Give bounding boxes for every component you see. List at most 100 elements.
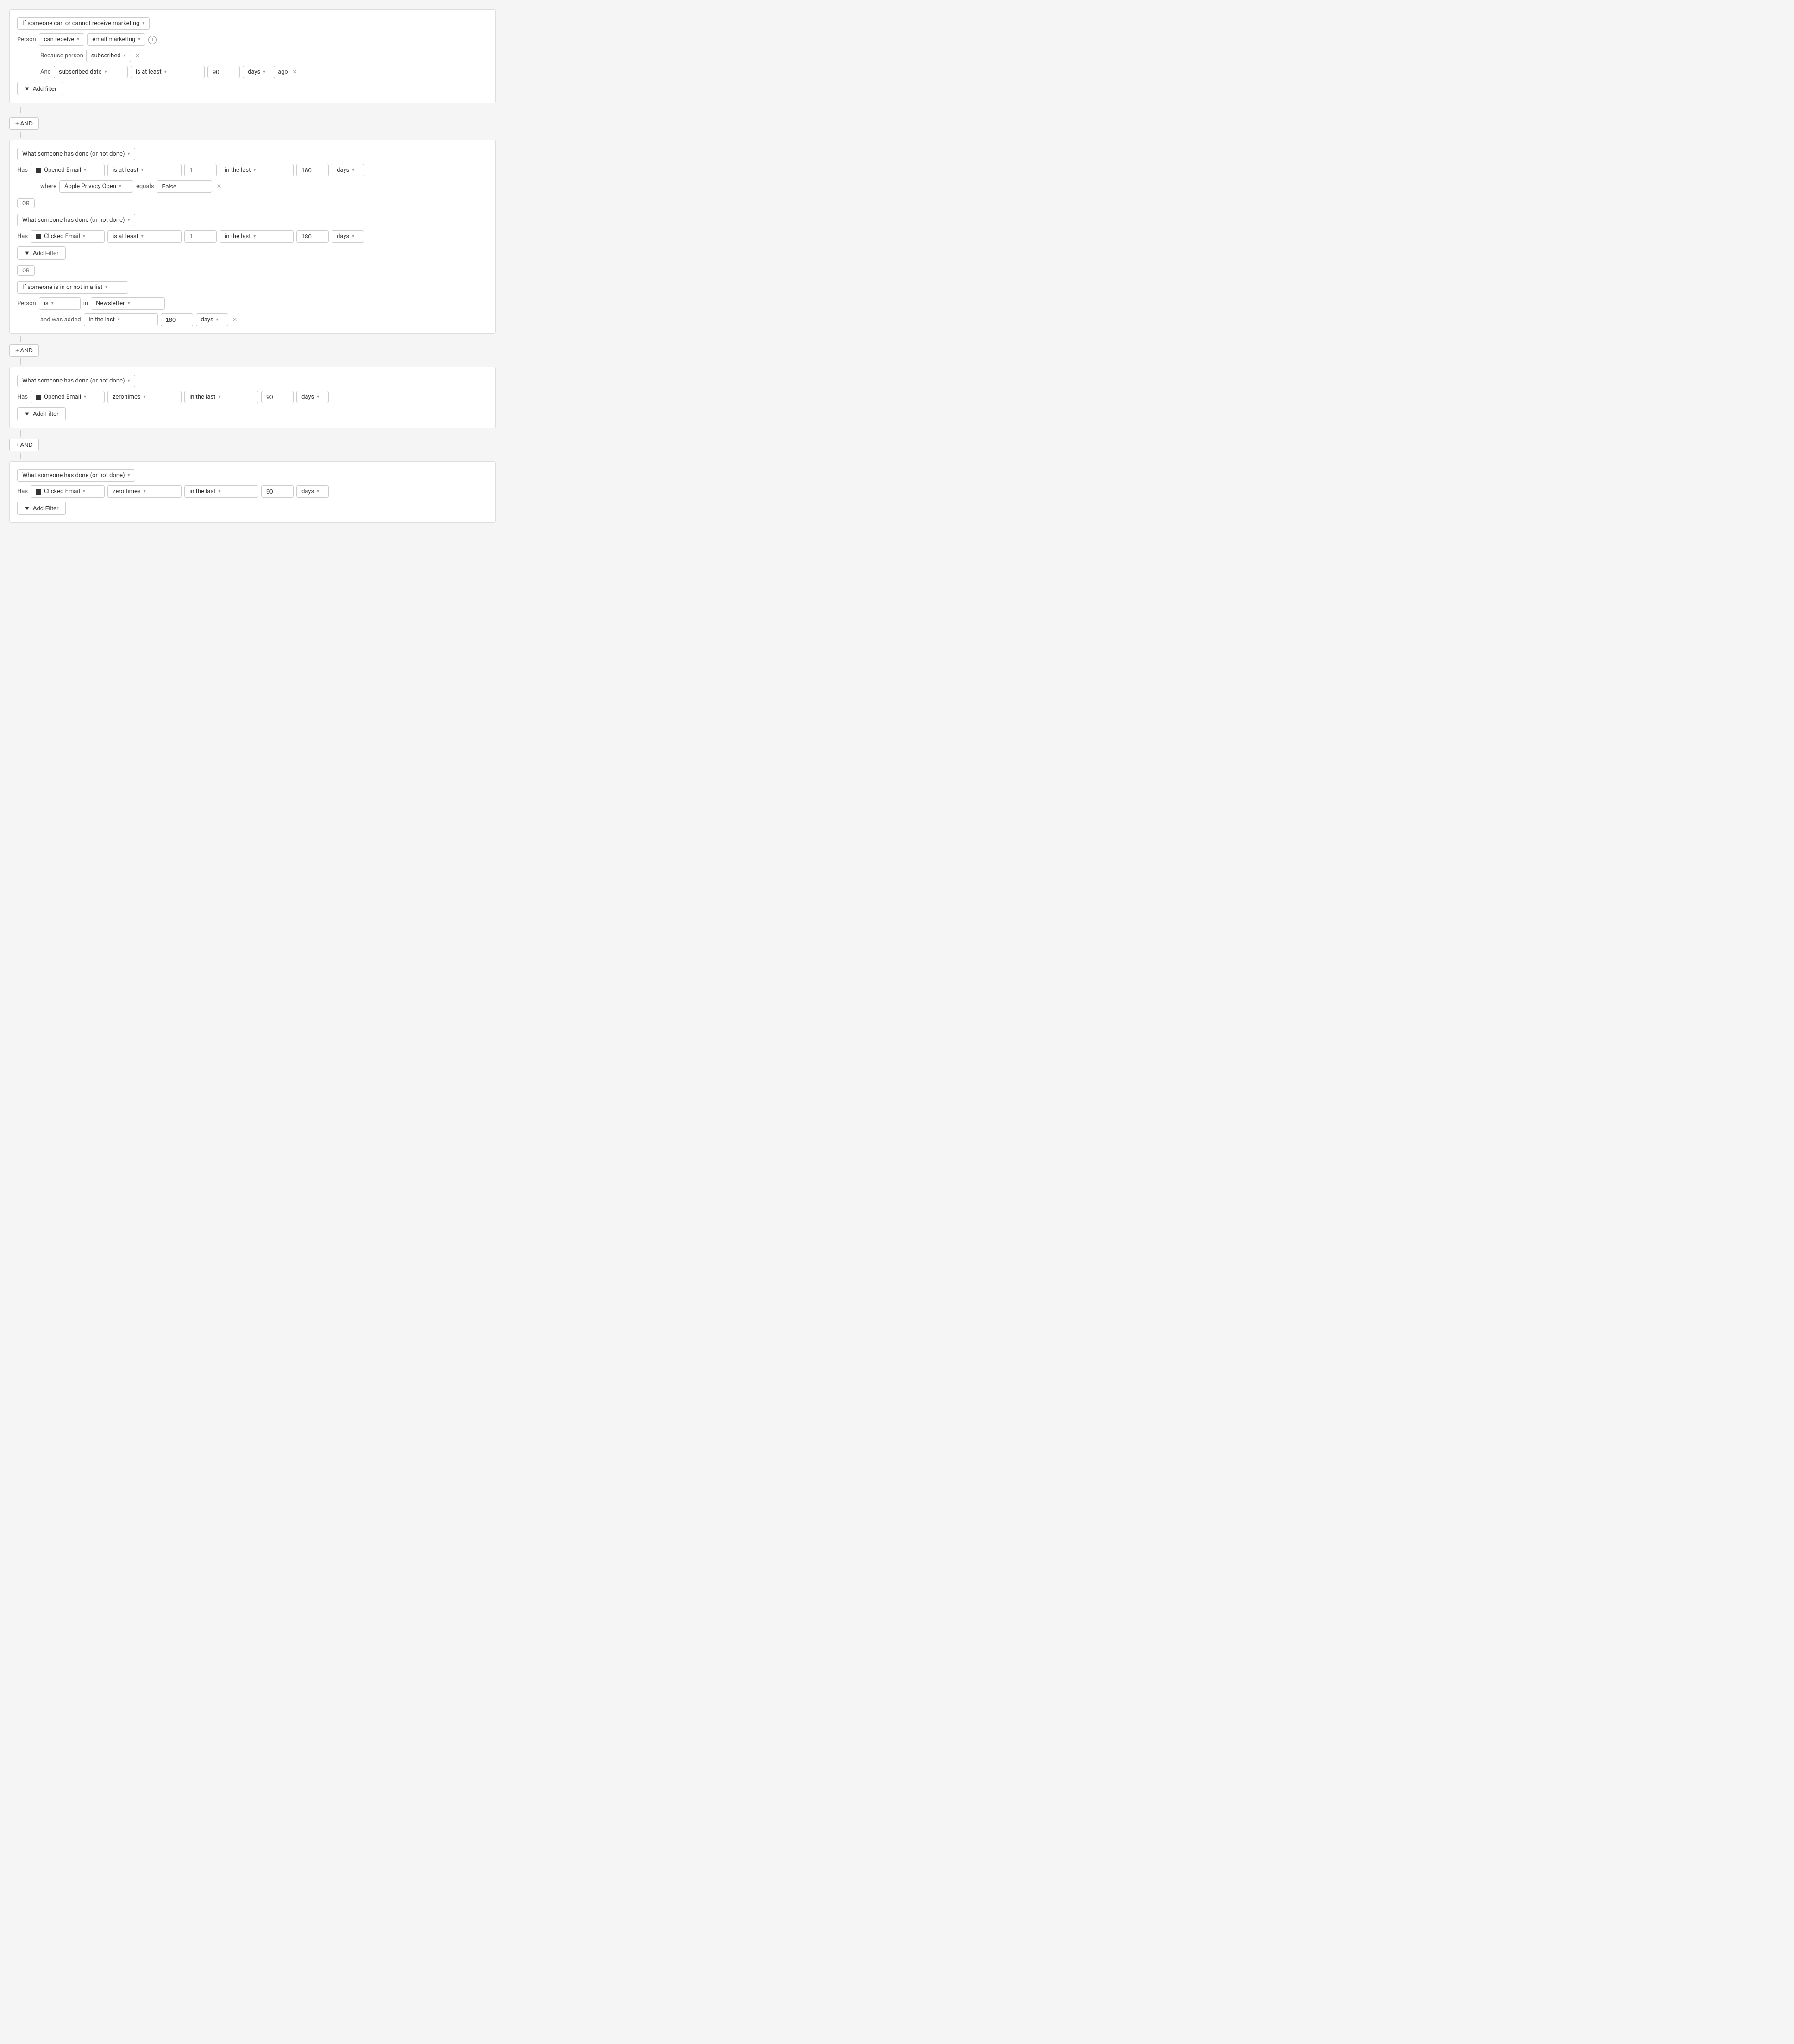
add-filter-btn-1[interactable]: ▼ Add filter (17, 82, 63, 95)
and-btn-1[interactable]: + AND (9, 117, 39, 130)
info-icon-1[interactable]: i (148, 36, 157, 44)
section3-person-op-label: is (44, 300, 49, 307)
because-close-btn-1[interactable]: × (134, 51, 142, 61)
because-value-dropdown-1[interactable]: subscribed ▾ (86, 50, 131, 62)
dropdown-arrow-7: ▾ (263, 69, 265, 75)
and-btn-label-3: + AND (15, 441, 33, 448)
block4-operator-label: zero times (113, 488, 141, 495)
and-suffix-1: ago (278, 69, 288, 75)
and-operator-dropdown-1[interactable]: is at least ▾ (131, 66, 205, 78)
because-row-1: Because person subscribed ▾ × (40, 50, 488, 62)
section1-where-close-btn[interactable]: × (215, 182, 223, 191)
and-value-input-1[interactable] (207, 66, 240, 78)
or-badge-2: OR (17, 265, 35, 276)
block3-add-filter-btn[interactable]: ▼ Add Filter (17, 407, 66, 420)
connector-line-6 (20, 453, 21, 459)
block4-condition-label: What someone has done (or not done) (22, 472, 125, 479)
and-btn-2[interactable]: + AND (9, 344, 39, 357)
dropdown-arrow-s1b: ▾ (84, 168, 86, 173)
section3-was-added-unit-dropdown[interactable]: days ▾ (196, 313, 228, 326)
dropdown-arrow-s2: ▾ (128, 218, 130, 223)
condition-block-4: What someone has done (or not done) ▾ Ha… (9, 461, 496, 523)
section2-event-dropdown[interactable]: Clicked Email ▾ (31, 230, 105, 243)
block4-time-op-label: in the last (189, 488, 215, 495)
section2-condition-dropdown[interactable]: What someone has done (or not done) ▾ (17, 214, 135, 226)
dropdown-arrow-s1d: ▾ (253, 168, 256, 173)
dropdown-arrow-s3e: ▾ (216, 317, 219, 322)
section2-main-row: What someone has done (or not done) ▾ (17, 214, 488, 226)
dropdown-arrow-4: ▾ (124, 53, 126, 58)
section1-event-icon (36, 168, 41, 173)
block4-time-unit-dropdown[interactable]: days ▾ (296, 485, 329, 498)
dropdown-arrow-6: ▾ (164, 69, 167, 75)
block3-add-filter-label: Add Filter (33, 410, 59, 417)
filter-icon-b4: ▼ (24, 505, 30, 512)
section1-time-value-input[interactable] (296, 164, 329, 176)
section3-was-added-op-dropdown[interactable]: in the last ▾ (84, 313, 158, 326)
dropdown-arrow-b4d: ▾ (218, 489, 220, 494)
block3-event-icon (36, 395, 41, 400)
block4-event-icon (36, 489, 41, 495)
section3-was-added-value-input[interactable] (161, 313, 193, 326)
section3-person-op-dropdown[interactable]: is ▾ (39, 297, 81, 310)
dropdown-arrow-b3c: ▾ (144, 395, 146, 400)
block4-add-filter-label: Add Filter (33, 505, 59, 512)
block3-main-row: What someone has done (or not done) ▾ (17, 375, 488, 387)
block4-time-value-input[interactable] (261, 485, 294, 498)
section1-time-unit-label: days (337, 167, 349, 174)
section1-time-op-dropdown[interactable]: in the last ▾ (220, 164, 294, 176)
block3-time-unit-dropdown[interactable]: days ▾ (296, 391, 329, 403)
and-field-value-1: subscribed date (59, 69, 102, 75)
dropdown-arrow-b3d: ▾ (218, 395, 220, 400)
block3-time-value-input[interactable] (261, 391, 294, 403)
and-unit-dropdown-1[interactable]: days ▾ (243, 66, 275, 78)
block3-time-op-dropdown[interactable]: in the last ▾ (184, 391, 258, 403)
section1-where-value-input[interactable] (157, 180, 212, 193)
dropdown-arrow-s2b: ▾ (83, 234, 85, 239)
section3-condition-dropdown[interactable]: If someone is in or not in a list ▾ (17, 281, 128, 294)
section1-value-input[interactable] (184, 164, 217, 176)
block3-operator-dropdown[interactable]: zero times ▾ (107, 391, 182, 403)
section2-value-input[interactable] (184, 230, 217, 243)
section3-list-dropdown[interactable]: Newsletter ▾ (91, 297, 165, 310)
or-section-2: What someone has done (or not done) ▾ Ha… (17, 214, 488, 260)
dropdown-arrow-s2c: ▾ (141, 234, 144, 239)
block4-condition-dropdown[interactable]: What someone has done (or not done) ▾ (17, 469, 135, 482)
block3-operator-label: zero times (113, 394, 141, 401)
section3-was-added-close-btn[interactable]: × (231, 315, 239, 325)
condition-block-1: If someone can or cannot receive marketi… (9, 9, 496, 103)
person-condition-dropdown-1[interactable]: can receive ▾ (39, 33, 84, 46)
section2-time-op-dropdown[interactable]: in the last ▾ (220, 230, 294, 243)
and-close-btn-1[interactable]: × (291, 68, 299, 77)
main-condition-dropdown-1[interactable]: If someone can or cannot receive marketi… (17, 17, 150, 30)
section1-operator-dropdown[interactable]: is at least ▾ (107, 164, 182, 176)
section1-has-label: Has (17, 167, 28, 174)
block4-add-filter-btn[interactable]: ▼ Add Filter (17, 502, 66, 515)
section2-time-unit-dropdown[interactable]: days ▾ (332, 230, 364, 243)
block3-condition-label: What someone has done (or not done) (22, 377, 125, 384)
block4-time-op-dropdown[interactable]: in the last ▾ (184, 485, 258, 498)
block3-event-dropdown[interactable]: Opened Email ▾ (31, 391, 105, 403)
section2-time-value-input[interactable] (296, 230, 329, 243)
block3-condition-dropdown[interactable]: What someone has done (or not done) ▾ (17, 375, 135, 387)
dropdown-arrow-b4e: ▾ (317, 489, 319, 494)
dropdown-arrow-b4: ▾ (128, 473, 130, 478)
dropdown-arrow-b3e: ▾ (317, 395, 319, 400)
and-btn-3[interactable]: + AND (9, 439, 39, 451)
block4-event-dropdown[interactable]: Clicked Email ▾ (31, 485, 105, 498)
section1-condition-dropdown[interactable]: What someone has done (or not done) ▾ (17, 148, 135, 160)
section1-event-dropdown[interactable]: Opened Email ▾ (31, 164, 105, 176)
block3-time-unit-label: days (301, 394, 314, 401)
and-field-dropdown-1[interactable]: subscribed date ▾ (54, 66, 128, 78)
section2-add-filter-btn[interactable]: ▼ Add Filter (17, 246, 66, 260)
section3-condition-label: If someone is in or not in a list (22, 284, 102, 291)
section1-where-op-label: equals (136, 183, 154, 190)
dropdown-arrow-s2d: ▾ (253, 234, 256, 239)
person-channel-dropdown-1[interactable]: email marketing ▾ (87, 33, 145, 46)
dropdown-arrow-s1: ▾ (128, 151, 130, 157)
dropdown-arrow-s1c: ▾ (141, 168, 144, 173)
section2-operator-dropdown[interactable]: is at least ▾ (107, 230, 182, 243)
section1-time-unit-dropdown[interactable]: days ▾ (332, 164, 364, 176)
block4-operator-dropdown[interactable]: zero times ▾ (107, 485, 182, 498)
section1-where-field-dropdown[interactable]: Apple Privacy Open ▾ (59, 180, 133, 193)
